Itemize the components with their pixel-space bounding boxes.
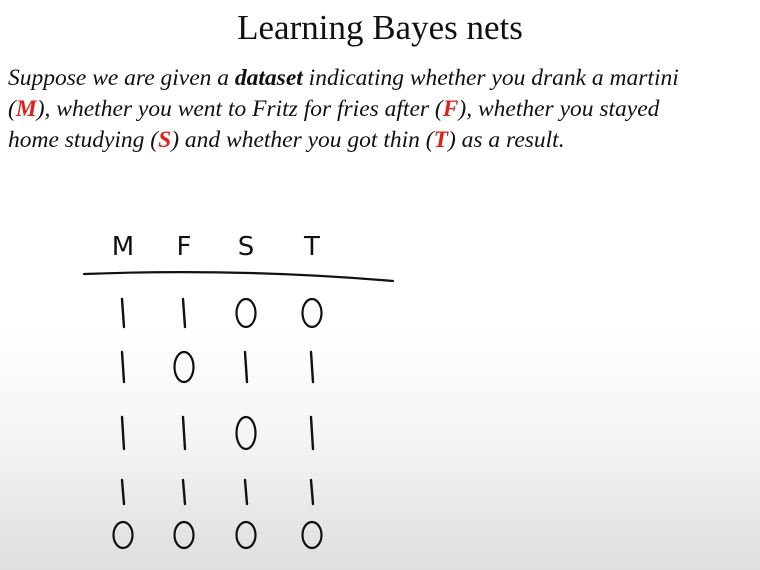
table-cell-m <box>120 478 126 506</box>
table-cell-f <box>173 350 195 384</box>
table-cell-s <box>243 350 249 384</box>
table-header-s: S <box>238 232 255 262</box>
table-row <box>112 520 323 550</box>
table-cell-f <box>181 415 187 451</box>
table-cell-s <box>243 478 249 506</box>
table-cell-t <box>301 297 323 329</box>
table-cell-f <box>181 297 187 329</box>
table-cell-m <box>120 297 126 329</box>
table-cell-m <box>112 520 134 550</box>
table-cell-t <box>309 350 315 384</box>
table-header-m: M <box>112 232 134 262</box>
table-header-rule <box>82 271 395 283</box>
table-header-t: T <box>303 232 320 262</box>
table-body <box>112 297 323 550</box>
table-cell-t <box>309 415 315 451</box>
table-row <box>120 297 323 329</box>
table-cell-s <box>235 415 257 451</box>
table-row <box>120 350 315 384</box>
table-cell-s <box>235 520 257 550</box>
table-row <box>120 478 315 506</box>
table-cell-m <box>120 350 126 384</box>
table-cell-t <box>309 478 315 506</box>
table-cell-t <box>301 520 323 550</box>
table-cell-f <box>173 520 195 550</box>
table-cell-f <box>181 478 187 506</box>
table-header-f: F <box>177 232 192 262</box>
handwritten-data-table: MFST <box>82 232 395 550</box>
table-cell-m <box>120 415 126 451</box>
table-row <box>120 415 315 451</box>
table-cell-s <box>235 297 257 329</box>
table-headers: MFST <box>112 232 320 262</box>
